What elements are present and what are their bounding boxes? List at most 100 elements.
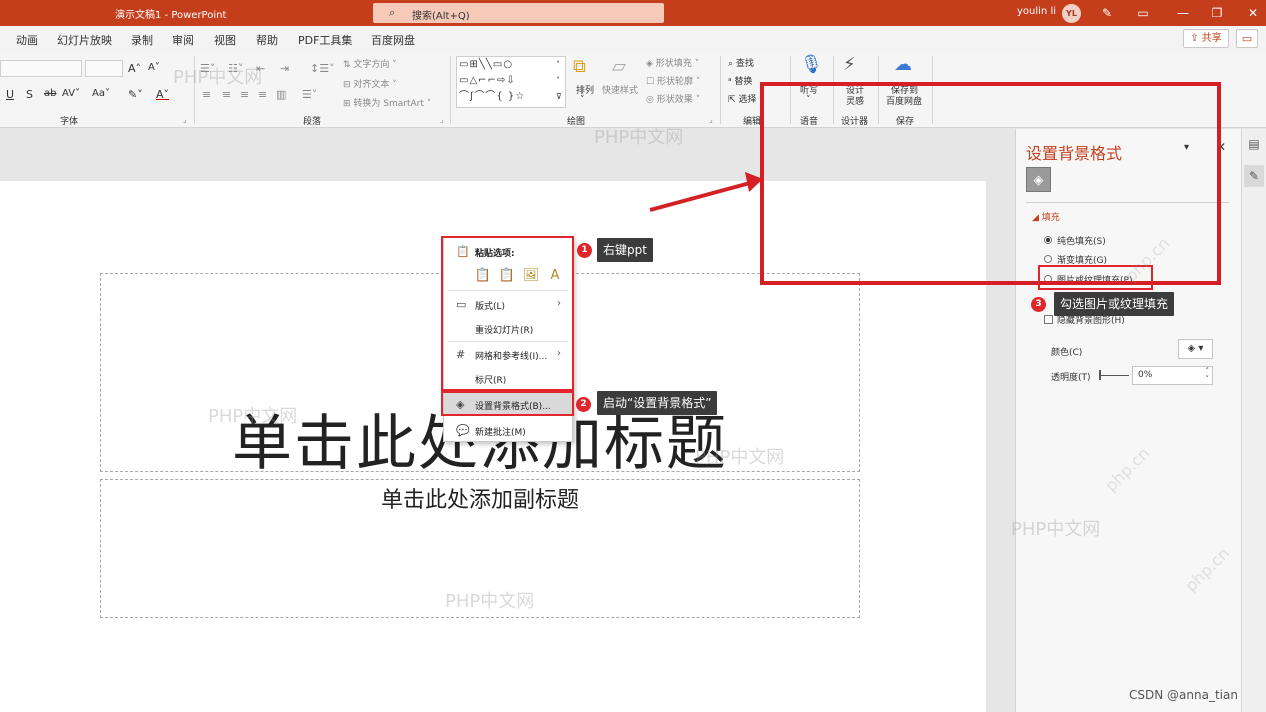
microphone-icon[interactable]: 🎙	[800, 54, 823, 75]
font-dialog-launcher-icon[interactable]: ⌟	[183, 115, 187, 124]
quick-styles-label[interactable]: 快速样式	[602, 83, 638, 96]
align-right-icon[interactable]: ≡	[240, 88, 249, 101]
format-pane-tab-icon[interactable]: ✎	[1244, 165, 1264, 187]
text-direction-label: 文字方向	[353, 60, 390, 70]
edit-group-label: 编辑	[743, 117, 762, 127]
char-spacing-icon[interactable]: AV˅	[62, 88, 80, 99]
watermark: PHP中文网	[594, 127, 684, 148]
transparency-label: 透明度(T)	[1051, 373, 1091, 383]
chevron-down-icon: ▾	[1198, 343, 1204, 354]
transparency-slider-thumb[interactable]	[1099, 370, 1101, 380]
tab-pdf-tools[interactable]: PDF工具集	[298, 32, 352, 48]
menu-item-new-comment[interactable]: 💬 新建批注(M)	[444, 419, 572, 442]
gallery-up-icon[interactable]: ˄	[556, 60, 560, 69]
minimize-icon[interactable]: —	[1173, 3, 1193, 23]
increase-font-icon[interactable]: A˄	[128, 62, 141, 75]
shadow-icon[interactable]: S	[26, 88, 33, 101]
arrange-label[interactable]: 排列	[576, 83, 594, 96]
annotation-box-paste-area	[441, 236, 574, 391]
design-pane-tab-icon[interactable]: ▤	[1244, 133, 1264, 155]
shape-fill-button[interactable]: ◈ 形状填充 ˅	[646, 56, 699, 69]
gallery-down-icon[interactable]: ˅	[556, 76, 560, 85]
convert-smartart-button[interactable]: ⊞ 转换为 SmartArt ˅	[343, 96, 431, 109]
design-ideas-icon[interactable]: ⚡	[843, 54, 856, 75]
watermark: PHP中文网	[173, 67, 263, 88]
arrange-dropdown-icon[interactable]: ˅	[580, 95, 585, 105]
font-color-icon[interactable]: A˅	[156, 88, 169, 101]
font-size-dropdown[interactable]	[85, 60, 123, 77]
replace-button[interactable]: ᵃ 替换	[728, 74, 752, 87]
justify-icon[interactable]: ≡	[258, 88, 267, 101]
spinner-icon[interactable]: ˄ ˅	[1206, 367, 1210, 383]
side-tab-strip	[1241, 129, 1266, 712]
columns-icon[interactable]: ▥	[276, 88, 286, 101]
align-text-button[interactable]: ⊟ 对齐文本 ˅	[343, 77, 397, 90]
drawing-group-label: 绘图	[567, 117, 586, 127]
decrease-font-icon[interactable]: A˅	[148, 62, 160, 73]
watermark: PHP中文网	[1011, 519, 1101, 540]
align-text-label: 对齐文本	[353, 80, 390, 90]
drawing-dialog-launcher-icon[interactable]: ⌟	[709, 115, 713, 124]
change-case-icon[interactable]: Aa˅	[92, 88, 110, 99]
user-name[interactable]: youlin li	[1017, 6, 1056, 17]
ribbon-display-icon[interactable]: ▭	[1133, 3, 1153, 23]
tab-slideshow[interactable]: 幻灯片放映	[57, 32, 112, 48]
shape-fill-label: 形状填充	[655, 59, 692, 69]
search-box[interactable]: ⌕ 搜索(Alt+Q)	[373, 3, 664, 23]
subtitle-placeholder-text[interactable]: 单击此处添加副标题	[100, 482, 860, 514]
comment-icon: ▭	[1241, 32, 1253, 45]
tab-review[interactable]: 审阅	[172, 32, 194, 48]
document-title: 演示文稿1 - PowerPoint	[115, 10, 227, 21]
share-icon: ⇪	[1190, 33, 1199, 44]
align-left-icon[interactable]: ≡	[202, 88, 211, 101]
line-spacing-icon[interactable]: ↕☰˅	[310, 62, 335, 75]
hide-background-checkbox[interactable]	[1044, 315, 1053, 324]
font-group-label: 字体	[60, 117, 79, 127]
find-button[interactable]: ⌕ 查找	[728, 56, 754, 69]
watermark: PHP中文网	[695, 447, 785, 468]
select-label: 选择	[738, 95, 757, 105]
replace-label: 替换	[734, 77, 753, 87]
text-direction-button[interactable]: ⇅ 文字方向 ˅	[343, 57, 397, 70]
tab-animations[interactable]: 动画	[16, 32, 38, 48]
tab-baidu-netdisk[interactable]: 百度网盘	[371, 32, 415, 48]
transparency-slider-track[interactable]	[1101, 375, 1129, 376]
restore-icon[interactable]: ❐	[1207, 3, 1227, 23]
gallery-more-icon[interactable]: ⊽	[556, 92, 562, 101]
transparency-value: 0%	[1138, 370, 1153, 380]
arrange-icon[interactable]: ⧉	[573, 56, 586, 77]
tab-record[interactable]: 录制	[131, 32, 153, 48]
step-3-badge: 3	[1031, 297, 1046, 312]
color-picker-button[interactable]: ◈ ▾	[1178, 339, 1213, 359]
baidu-netdisk-icon[interactable]: ☁	[894, 54, 912, 75]
watermark: PHP中文网	[208, 406, 298, 427]
paragraph-more-icon[interactable]: ☰˅	[302, 88, 317, 101]
strikethrough-icon[interactable]: ab	[44, 88, 56, 99]
shape-effects-label: 形状效果	[656, 95, 693, 105]
tab-view[interactable]: 视图	[214, 32, 236, 48]
align-center-icon[interactable]: ≡	[222, 88, 231, 101]
comments-button[interactable]: ▭	[1236, 29, 1258, 48]
paragraph-group-label: 段落	[303, 117, 322, 127]
font-name-dropdown[interactable]	[0, 60, 82, 77]
transparency-input[interactable]: 0% ˄ ˅	[1132, 366, 1213, 385]
close-icon[interactable]: ✕	[1243, 3, 1263, 23]
select-button[interactable]: ⇱ 选择 ˅	[728, 92, 764, 105]
share-button[interactable]: ⇪ 共享	[1183, 29, 1229, 48]
annotation-box-format-background	[441, 391, 574, 416]
share-label: 共享	[1201, 33, 1222, 44]
increase-indent-icon[interactable]: ⇥	[280, 62, 289, 75]
ribbon-separator	[720, 56, 721, 124]
tab-help[interactable]: 帮助	[256, 32, 278, 48]
underline-icon[interactable]: U	[6, 88, 14, 101]
shapes-gallery[interactable]: ▭⊞╲╲▭○ ▭△⌐⌐⇨⇩ ⌒ʃ⌒⌒{ }☆	[456, 56, 566, 108]
paragraph-dialog-launcher-icon[interactable]: ⌟	[440, 115, 444, 124]
pen-icon[interactable]: ✎	[1097, 3, 1117, 23]
quick-styles-icon[interactable]: ▱	[612, 56, 626, 77]
shape-outline-button[interactable]: ☐ 形状轮廓 ˅	[646, 74, 700, 87]
highlight-icon[interactable]: ✎˅	[128, 88, 143, 101]
search-placeholder: 搜索(Alt+Q)	[412, 11, 470, 22]
shape-effects-button[interactable]: ◎ 形状效果 ˅	[646, 92, 700, 105]
avatar[interactable]: YL	[1062, 4, 1081, 23]
comment-icon: 💬	[456, 424, 470, 437]
